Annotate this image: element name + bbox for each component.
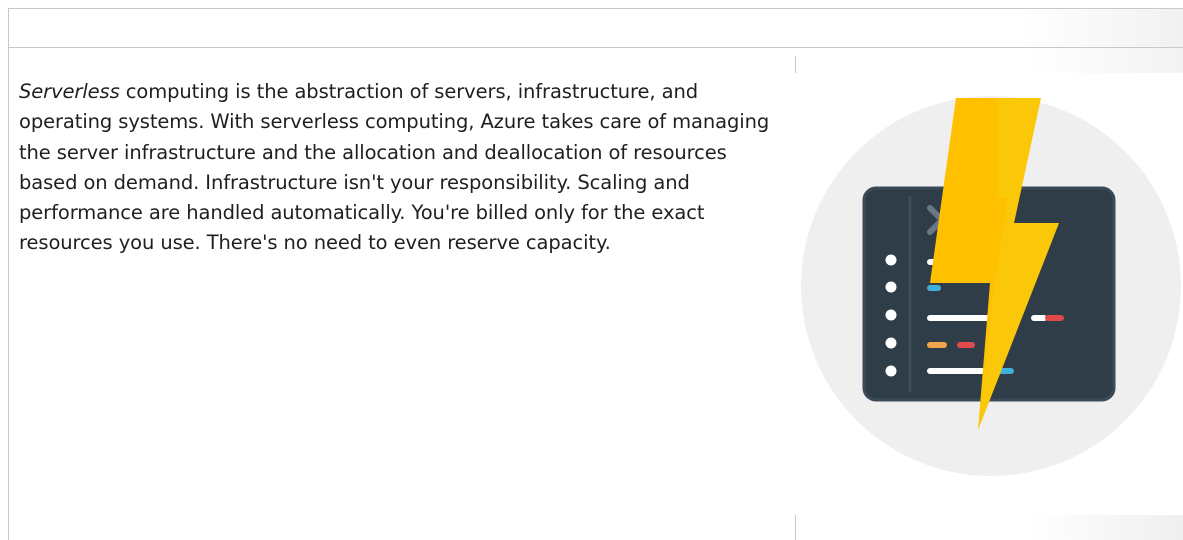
table-header-row xyxy=(9,9,1183,48)
line-marker xyxy=(885,337,897,349)
line-marker xyxy=(885,365,897,377)
line-marker xyxy=(885,254,897,266)
line-marker xyxy=(885,281,897,293)
paragraph-body: computing is the abstraction of servers,… xyxy=(19,80,770,255)
image-cell xyxy=(796,48,1183,540)
line-marker xyxy=(885,309,897,321)
serverless-term: Serverless xyxy=(19,80,120,103)
azure-functions-lightning-icon xyxy=(801,96,1181,476)
text-cell: Serverless computing is the abstraction … xyxy=(9,48,795,540)
serverless-paragraph: Serverless computing is the abstraction … xyxy=(19,77,779,259)
